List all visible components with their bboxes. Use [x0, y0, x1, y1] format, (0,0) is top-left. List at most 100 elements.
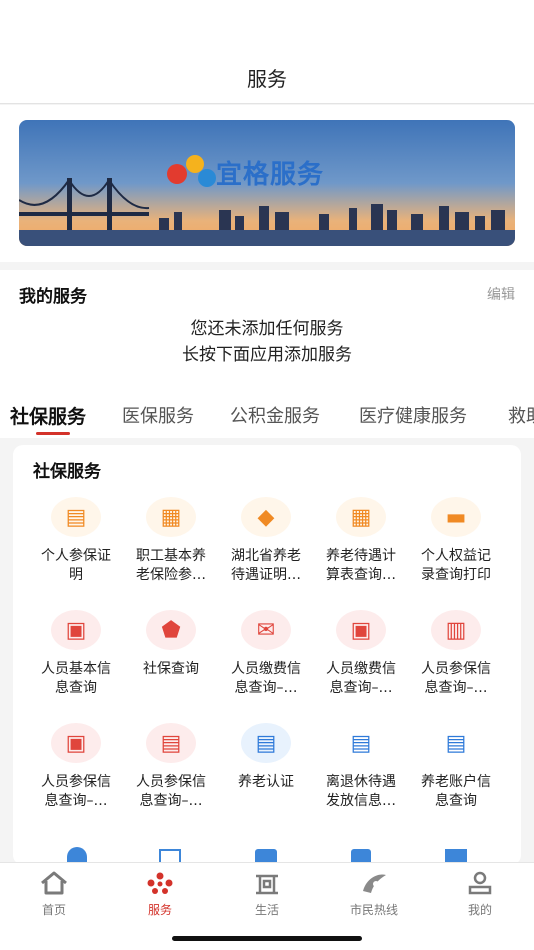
status-bar [0, 0, 534, 52]
tab-profile[interactable]: 我的 [440, 871, 520, 918]
service-label-line1: 人员参保信 [136, 774, 206, 790]
service-label: 养老账户信 息查询 [408, 773, 504, 811]
tab-service-label: 服务 [147, 903, 172, 917]
payment-mail-icon: ✉ [241, 610, 291, 650]
service-label-line1: 个人参保证 [41, 548, 111, 564]
service-label-line2: 息查询–… [234, 680, 298, 696]
service-label-line2: 息查询 [435, 793, 477, 809]
payment-person-icon: ▣ [336, 610, 386, 650]
service-label: 养老待遇计算表查询… [313, 547, 409, 585]
service-label-line2: 息查询–… [44, 793, 108, 809]
home-indicator [172, 936, 362, 941]
calculator-icon: ▦ [336, 497, 386, 537]
service-item[interactable]: ▤ 养老认证 [218, 723, 314, 792]
service-label-line1: 人员参保信 [421, 661, 491, 677]
tab-housing-fund[interactable]: 公积金服务 [230, 402, 320, 428]
service-item[interactable]: ▤ 养老账户信息查询 [408, 723, 504, 811]
tab-social-security[interactable]: 社保服务 [10, 402, 86, 429]
pension-form-icon: ▦ [146, 497, 196, 537]
service-label-line2: 发放信息… [326, 793, 396, 809]
service-item[interactable]: ▤ 人员参保信 息查询–… [123, 723, 219, 811]
service-label: 离退休待遇发放信息… [313, 773, 409, 811]
auth-doc-icon: ▤ [241, 723, 291, 763]
service-item[interactable]: ▣ 人员参保信息查询–… [28, 723, 124, 811]
banner[interactable]: 宜格服务 [19, 120, 515, 246]
service-label-line1: 人员缴费信 [326, 661, 396, 677]
service-label-line1: 人员参保信 [41, 774, 111, 790]
service-item[interactable]: ▦ 养老待遇计算表查询… [313, 497, 409, 585]
service-label-line1: 湖北省养老 [231, 548, 301, 564]
service-label-line1: 社保查询 [143, 661, 199, 677]
service-label-line1: 养老账户信 [421, 774, 491, 790]
tab-life-label: 生活 [254, 903, 279, 917]
service-item[interactable]: ▣ 人员缴费信息查询–… [313, 610, 409, 698]
service-label-line2: 息查询–… [329, 680, 393, 696]
service-item[interactable]: ▣ 人员基本信 息查询 [28, 610, 124, 698]
tab-home-label: 首页 [41, 903, 66, 917]
service-label-line1: 职工基本养 [136, 548, 206, 564]
my-services-title: 我的服务 [19, 287, 87, 307]
account-search-icon: ▤ [431, 723, 481, 763]
social-security-panel: 社保服务 ▤ 个人参保证明 ▦ 职工基本养老保险参… ◆ 湖北省养老待遇证明… ▦ 养老待遇计… [13, 445, 521, 865]
service-label-line2: 老保险参… [136, 567, 206, 583]
service-item[interactable]: ✉ 人员缴费信息查询–… [218, 610, 314, 698]
category-tabs: 社保服务 医保服务 公积金服务 医疗健康服务 救助 [0, 392, 534, 438]
service-label: 养老认证 [218, 773, 314, 792]
service-label-line2: 录查询打印 [421, 567, 491, 583]
service-label: 个人参保证明 [28, 547, 124, 585]
tab-life[interactable]: 生活 [227, 871, 307, 918]
tab-medical-insurance[interactable]: 医保服务 [122, 402, 194, 428]
tab-hotline-label: 市民热线 [349, 903, 398, 917]
service-label: 人员参保信 息查询–… [123, 773, 219, 811]
person-card-icon: ▣ [51, 610, 101, 650]
service-item[interactable]: ▦ 职工基本养老保险参… [123, 497, 219, 585]
home-icon [41, 871, 67, 895]
service-label-line1: 个人权益记 [421, 548, 491, 564]
nav-bar: 服务 [0, 52, 534, 104]
id-check-icon: ▣ [51, 723, 101, 763]
shield-search-icon: ⬟ [146, 610, 196, 650]
service-label-line2: 息查询–… [424, 680, 488, 696]
service-item[interactable]: ▤ 个人参保证明 [28, 497, 124, 585]
certificate-icon: ▤ [51, 497, 101, 537]
service-label-line2: 明 [69, 567, 83, 583]
retire-pay-icon: ▤ [336, 723, 386, 763]
tab-service[interactable]: 服务 [120, 871, 200, 918]
service-item[interactable]: ▥ 人员参保信息查询–… [408, 610, 504, 698]
service-label-line1: 养老待遇计 [326, 548, 396, 564]
insured-group-icon: ▥ [431, 610, 481, 650]
service-label: 人员参保信息查询–… [28, 773, 124, 811]
hotline-icon [363, 874, 386, 893]
service-label: 人员缴费信息查询–… [218, 660, 314, 698]
banner-logo-text: 宜格服务 [216, 160, 325, 190]
service-label-line1: 养老认证 [238, 774, 294, 790]
edit-button[interactable]: 编辑 [487, 284, 515, 304]
service-label: 人员缴费信息查询–… [313, 660, 409, 698]
service-label-line1: 人员基本信 [41, 661, 111, 677]
service-label: 湖北省养老待遇证明… [218, 547, 314, 585]
service-icon [147, 872, 173, 894]
service-label: 个人权益记录查询打印 [408, 547, 504, 585]
service-item[interactable]: ⬟ 社保查询 [123, 610, 219, 679]
empty-line-2: 长按下面应用添加服务 [182, 345, 352, 365]
service-item[interactable]: ▬ 个人权益记 录查询打印 [408, 497, 504, 585]
tab-relief[interactable]: 救助 [508, 402, 534, 428]
hubei-map-icon: ◆ [241, 497, 291, 537]
service-item[interactable]: ▤ 离退休待遇发放信息… [313, 723, 409, 811]
my-services-empty: 您还未添加任何服务 长按下面应用添加服务 [0, 316, 534, 368]
service-label-line1: 人员缴费信 [231, 661, 301, 677]
service-label: 人员参保信息查询–… [408, 660, 504, 698]
service-label-line2: 算表查询… [326, 567, 396, 583]
profile-icon [468, 871, 492, 895]
tab-hotline[interactable]: 市民热线 [334, 871, 414, 918]
banner-section: 宜格服务 [0, 105, 534, 262]
tab-home[interactable]: 首页 [14, 871, 94, 918]
active-tab-indicator [36, 432, 70, 435]
empty-line-1: 您还未添加任何服务 [190, 319, 344, 339]
service-item[interactable]: ◆ 湖北省养老待遇证明… [218, 497, 314, 585]
service-label-line1: 离退休待遇 [326, 774, 396, 790]
tab-healthcare[interactable]: 医疗健康服务 [359, 402, 467, 428]
service-label: 职工基本养老保险参… [123, 547, 219, 585]
panel-title: 社保服务 [33, 462, 101, 482]
service-label-line2: 待遇证明… [231, 567, 301, 583]
